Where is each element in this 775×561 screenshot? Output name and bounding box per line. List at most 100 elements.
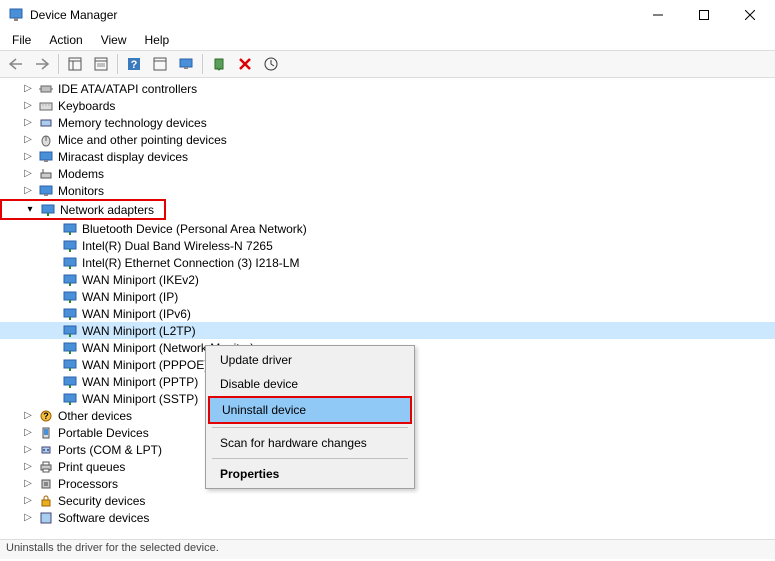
category-label: Memory technology devices [56, 116, 209, 130]
category-label: Keyboards [56, 99, 117, 113]
chevron-right-icon[interactable]: ▷ [20, 459, 36, 475]
action-button[interactable] [148, 53, 172, 75]
statusbar-text: Uninstalls the driver for the selected d… [6, 542, 219, 554]
content-area: ▷ IDE ATA/ATAPI controllers ▷ Keyboards … [0, 78, 775, 539]
device-label: WAN Miniport (IKEv2) [80, 273, 201, 287]
chevron-right-icon[interactable]: ▷ [20, 442, 36, 458]
uninstall-button[interactable] [233, 53, 257, 75]
category-label: Security devices [56, 494, 147, 508]
ctx-separator [212, 427, 408, 428]
category-software[interactable]: ▷ Software devices [0, 509, 775, 526]
chevron-right-icon[interactable]: ▷ [20, 408, 36, 424]
category-label: Ports (COM & LPT) [56, 443, 164, 457]
update-driver-button[interactable] [259, 53, 283, 75]
processor-icon [38, 476, 54, 492]
chevron-right-icon[interactable]: ▷ [20, 476, 36, 492]
chevron-right-icon[interactable]: ▷ [20, 115, 36, 131]
ctx-scan-hardware[interactable]: Scan for hardware changes [208, 431, 412, 455]
chevron-right-icon[interactable]: ▷ [20, 183, 36, 199]
chevron-right-icon[interactable]: ▷ [20, 166, 36, 182]
category-label: Processors [56, 477, 120, 491]
svg-text:?: ? [131, 59, 138, 71]
category-security[interactable]: ▷ Security devices [0, 492, 775, 509]
device-label: WAN Miniport (PPTP) [80, 375, 200, 389]
device-label: Intel(R) Dual Band Wireless-N 7265 [80, 239, 275, 253]
category-label: Modems [56, 167, 106, 181]
other-icon: ? [38, 408, 54, 424]
context-menu: Update driver Disable device Uninstall d… [205, 345, 415, 489]
device-ethernet[interactable]: Intel(R) Ethernet Connection (3) I218-LM [0, 254, 775, 271]
category-label: Monitors [56, 184, 106, 198]
chevron-down-icon[interactable]: ▾ [22, 202, 38, 218]
device-wan-ipv6[interactable]: WAN Miniport (IPv6) [0, 305, 775, 322]
ctx-properties[interactable]: Properties [208, 462, 412, 486]
device-wan-ip[interactable]: WAN Miniport (IP) [0, 288, 775, 305]
device-bluetooth[interactable]: Bluetooth Device (Personal Area Network) [0, 220, 775, 237]
properties-button[interactable] [89, 53, 113, 75]
chevron-right-icon[interactable]: ▷ [20, 493, 36, 509]
help-button[interactable]: ? [122, 53, 146, 75]
category-label: IDE ATA/ATAPI controllers [56, 82, 199, 96]
keyboard-icon [38, 98, 54, 114]
menu-view[interactable]: View [93, 31, 135, 49]
category-label: Other devices [56, 409, 134, 423]
category-label: Print queues [56, 460, 127, 474]
network-adapter-icon [62, 374, 78, 390]
chevron-right-icon[interactable]: ▷ [20, 132, 36, 148]
scan-hardware-button[interactable] [174, 53, 198, 75]
category-label: Mice and other pointing devices [56, 133, 229, 147]
port-icon [38, 442, 54, 458]
printer-icon [38, 459, 54, 475]
software-icon [38, 510, 54, 526]
network-adapter-icon [62, 340, 78, 356]
ctx-separator [212, 458, 408, 459]
chevron-right-icon[interactable]: ▷ [20, 510, 36, 526]
ctx-uninstall-device[interactable]: Uninstall device [210, 398, 410, 422]
category-mice[interactable]: ▷ Mice and other pointing devices [0, 131, 775, 148]
network-adapter-icon [62, 306, 78, 322]
show-hide-tree-button[interactable] [63, 53, 87, 75]
category-label: Software devices [56, 511, 151, 525]
app-icon [8, 7, 24, 23]
category-network-adapters[interactable]: ▾ Network adapters [2, 201, 164, 218]
memory-icon [38, 115, 54, 131]
category-ide[interactable]: ▷ IDE ATA/ATAPI controllers [0, 80, 775, 97]
device-wan-l2tp[interactable]: WAN Miniport (L2TP) [0, 322, 775, 339]
back-button[interactable] [4, 53, 28, 75]
maximize-button[interactable] [681, 0, 727, 30]
ctx-disable-device[interactable]: Disable device [208, 372, 412, 396]
category-keyboards[interactable]: ▷ Keyboards [0, 97, 775, 114]
device-label: Bluetooth Device (Personal Area Network) [80, 222, 309, 236]
chevron-right-icon[interactable]: ▷ [20, 81, 36, 97]
controller-icon [38, 81, 54, 97]
security-icon [38, 493, 54, 509]
menu-file[interactable]: File [4, 31, 39, 49]
menu-action[interactable]: Action [41, 31, 90, 49]
device-wan-ikev2[interactable]: WAN Miniport (IKEv2) [0, 271, 775, 288]
forward-button[interactable] [30, 53, 54, 75]
titlebar: Device Manager [0, 0, 775, 30]
network-adapter-icon [62, 238, 78, 254]
category-miracast[interactable]: ▷ Miracast display devices [0, 148, 775, 165]
category-label: Portable Devices [56, 426, 151, 440]
ctx-update-driver[interactable]: Update driver [208, 348, 412, 372]
enable-button[interactable] [207, 53, 231, 75]
network-adapter-icon [62, 221, 78, 237]
device-label: WAN Miniport (L2TP) [80, 324, 198, 338]
chevron-right-icon[interactable]: ▷ [20, 149, 36, 165]
device-wifi[interactable]: Intel(R) Dual Band Wireless-N 7265 [0, 237, 775, 254]
device-label: WAN Miniport (IPv6) [80, 307, 193, 321]
menubar: File Action View Help [0, 30, 775, 50]
minimize-button[interactable] [635, 0, 681, 30]
category-monitors[interactable]: ▷ Monitors [0, 182, 775, 199]
device-label: WAN Miniport (PPPOE) [80, 358, 210, 372]
close-button[interactable] [727, 0, 773, 30]
chevron-right-icon[interactable]: ▷ [20, 98, 36, 114]
chevron-right-icon[interactable]: ▷ [20, 425, 36, 441]
category-memory[interactable]: ▷ Memory technology devices [0, 114, 775, 131]
svg-text:?: ? [43, 411, 49, 421]
menu-help[interactable]: Help [137, 31, 178, 49]
network-adapter-icon [62, 255, 78, 271]
category-modems[interactable]: ▷ Modems [0, 165, 775, 182]
mouse-icon [38, 132, 54, 148]
